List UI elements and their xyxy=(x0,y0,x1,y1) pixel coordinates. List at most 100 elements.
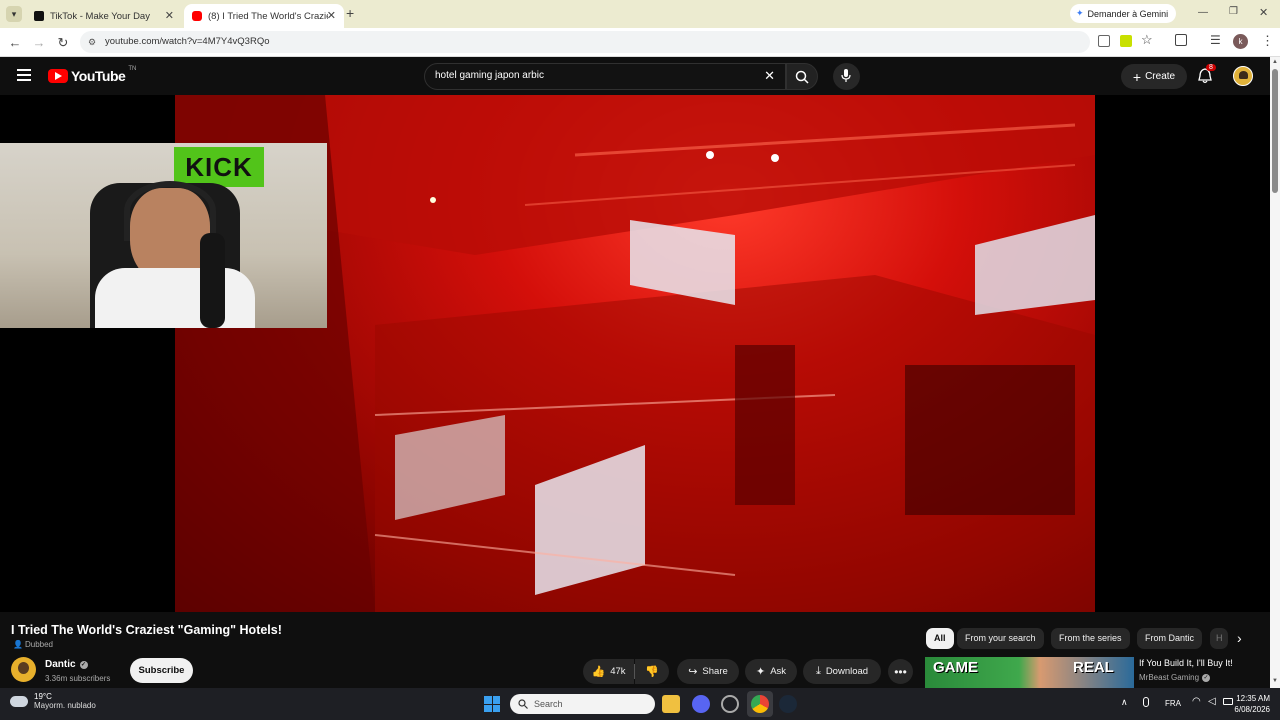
chip-partial[interactable]: H xyxy=(1210,628,1228,649)
minimize-window-icon[interactable]: — xyxy=(1198,7,1208,18)
app-circle-icon[interactable] xyxy=(721,695,739,713)
gemini-button[interactable]: ✦ Demander à Gemini xyxy=(1070,4,1176,23)
maximize-window-icon[interactable]: ❐ xyxy=(1229,6,1238,17)
youtube-header: YouTube TN hotel gaming japon arbic ✕ + … xyxy=(0,57,1270,95)
recommendation-title[interactable]: If You Build It, I'll Buy It! xyxy=(1139,658,1233,668)
clock-date: 6/08/2026 xyxy=(1234,705,1270,714)
dislike-button[interactable]: 👎 xyxy=(635,659,669,684)
sparkle-icon: ✦ xyxy=(755,666,766,678)
discord-icon[interactable] xyxy=(692,695,710,713)
bookmark-star-icon[interactable]: ☆ xyxy=(1141,32,1153,48)
search-icon xyxy=(795,70,809,84)
scrollbar-thumb[interactable] xyxy=(1272,69,1278,193)
clock[interactable]: 12:35 AM 6/08/2026 xyxy=(1225,693,1270,715)
headset xyxy=(124,181,216,241)
search-button[interactable] xyxy=(786,63,818,90)
chip-all[interactable]: All xyxy=(926,628,954,649)
back-arrow-icon[interactable]: ← xyxy=(6,34,24,52)
browser-tab-bar: ▾ TikTok - Make Your Day ✕ (8) I Tried T… xyxy=(0,0,1280,28)
extensions-puzzle-icon[interactable] xyxy=(1175,34,1187,46)
video-info-area: I Tried The World's Craziest "Gaming" Ho… xyxy=(0,612,1270,688)
streamer-webcam-overlay: KICK xyxy=(0,143,327,328)
share-button[interactable]: ↪ Share xyxy=(677,659,739,684)
chip-label: From Dantic xyxy=(1145,633,1195,643)
streamer-shirt xyxy=(95,268,255,328)
dubbed-label: Dubbed xyxy=(24,640,53,649)
forward-arrow-icon[interactable]: → xyxy=(30,34,48,52)
subscriber-count: 3.36m subscribers xyxy=(45,674,111,683)
share-label: Share xyxy=(702,666,728,677)
weather-description: Mayorm. nublado xyxy=(34,701,96,710)
create-button[interactable]: + Create xyxy=(1121,64,1187,89)
create-label: Create xyxy=(1145,71,1176,82)
extension-highlight-icon[interactable] xyxy=(1120,35,1132,47)
weather-widget[interactable]: 19°C Mayorm. nublado xyxy=(10,692,96,710)
url-text: youtube.com/watch?v=4M7Y4vQ3RQo xyxy=(105,36,270,47)
voice-search-button[interactable] xyxy=(833,63,860,90)
scroll-up-arrow-icon[interactable]: ▲ xyxy=(1272,59,1278,65)
tiktok-favicon-icon xyxy=(34,11,44,21)
chip-label: From the series xyxy=(1059,633,1122,643)
site-info-icon[interactable]: ⚙ xyxy=(88,31,96,53)
language-indicator[interactable]: FRA xyxy=(1165,699,1181,708)
cloud-icon xyxy=(10,695,28,707)
more-horizontal-icon: ••• xyxy=(894,664,907,679)
chip-from-the-series[interactable]: From the series xyxy=(1051,628,1130,649)
subscribe-button[interactable]: Subscribe xyxy=(130,658,193,683)
scroll-down-arrow-icon[interactable]: ▼ xyxy=(1272,678,1278,684)
tab-youtube-active[interactable]: (8) I Tried The World's Craziest ✕ xyxy=(184,4,344,28)
chips-next-chevron-icon[interactable]: › xyxy=(1237,630,1242,646)
thumbs-up-icon: 👍 xyxy=(591,666,606,678)
like-button[interactable]: 👍 47k xyxy=(583,659,634,684)
youtube-play-icon xyxy=(48,69,68,83)
browser-toolbar: ← → ↻ ⚙ youtube.com/watch?v=4M7Y4vQ3RQo … xyxy=(0,28,1280,57)
gemini-sparkle-icon: ✦ xyxy=(1076,8,1084,18)
search-query: hotel gaming japon arbic xyxy=(435,70,544,81)
clear-search-icon[interactable]: ✕ xyxy=(764,68,775,84)
address-field[interactable]: ⚙ youtube.com/watch?v=4M7Y4vQ3RQo xyxy=(80,31,1090,53)
translate-icon[interactable] xyxy=(1098,35,1110,47)
tab-tiktok[interactable]: TikTok - Make Your Day ✕ xyxy=(26,4,182,28)
recommendation-channel[interactable]: MrBeast Gaming ✓ xyxy=(1139,673,1211,682)
account-avatar[interactable] xyxy=(1233,66,1253,86)
tab-label: (8) I Tried The World's Craziest xyxy=(208,10,328,22)
show-hidden-icons-chevron-icon[interactable]: ∧ xyxy=(1121,697,1128,708)
reload-icon[interactable]: ↻ xyxy=(54,34,72,52)
youtube-logo[interactable]: YouTube TN xyxy=(48,66,137,84)
thumbs-down-icon: 👎 xyxy=(645,666,659,678)
tab-search-dropdown-button[interactable]: ▾ xyxy=(6,6,22,22)
chip-from-dantic[interactable]: From Dantic xyxy=(1137,628,1203,649)
new-tab-button[interactable]: + xyxy=(346,6,360,20)
download-button[interactable]: ⤓ Download xyxy=(803,659,881,684)
verified-check-icon: ✓ xyxy=(1202,673,1211,682)
reading-list-icon[interactable]: ☰ xyxy=(1210,33,1221,47)
volume-icon[interactable]: ◁ xyxy=(1208,696,1216,707)
more-actions-button[interactable]: ••• xyxy=(888,659,913,684)
browser-menu-icon[interactable]: ⋮ xyxy=(1261,33,1274,49)
chip-from-your-search[interactable]: From your search xyxy=(957,628,1044,649)
channel-avatar[interactable] xyxy=(11,657,36,682)
recommendation-thumbnail[interactable]: GAME REAL xyxy=(925,657,1134,688)
notifications-button[interactable]: 8 xyxy=(1197,64,1216,86)
like-count: 47k xyxy=(610,666,626,677)
close-tab-icon[interactable]: ✕ xyxy=(327,9,336,22)
taskbar-microphone-icon[interactable] xyxy=(1143,697,1149,707)
chrome-icon[interactable] xyxy=(751,695,769,713)
close-tab-icon[interactable]: ✕ xyxy=(165,9,174,22)
file-explorer-icon[interactable] xyxy=(662,695,680,713)
video-player[interactable]: KICK xyxy=(0,95,1270,612)
ask-button[interactable]: ✦ Ask xyxy=(745,659,797,684)
channel-name[interactable]: Dantic ✓ xyxy=(45,659,88,670)
gemini-label: Demander à Gemini xyxy=(1087,8,1169,19)
steam-icon[interactable] xyxy=(779,695,797,713)
wifi-icon[interactable]: ◠ xyxy=(1192,696,1201,707)
search-input[interactable]: hotel gaming japon arbic ✕ xyxy=(424,63,786,90)
close-window-icon[interactable]: ✕ xyxy=(1259,6,1268,19)
country-code: TN xyxy=(128,66,137,72)
page-scrollbar[interactable]: ▲ ▼ xyxy=(1270,57,1280,688)
youtube-wordmark: YouTube xyxy=(71,68,126,84)
taskbar-search-box[interactable]: Search xyxy=(510,694,655,714)
hamburger-menu-icon[interactable] xyxy=(17,69,31,81)
windows-start-icon[interactable] xyxy=(484,696,500,712)
profile-avatar[interactable]: k xyxy=(1233,34,1248,49)
